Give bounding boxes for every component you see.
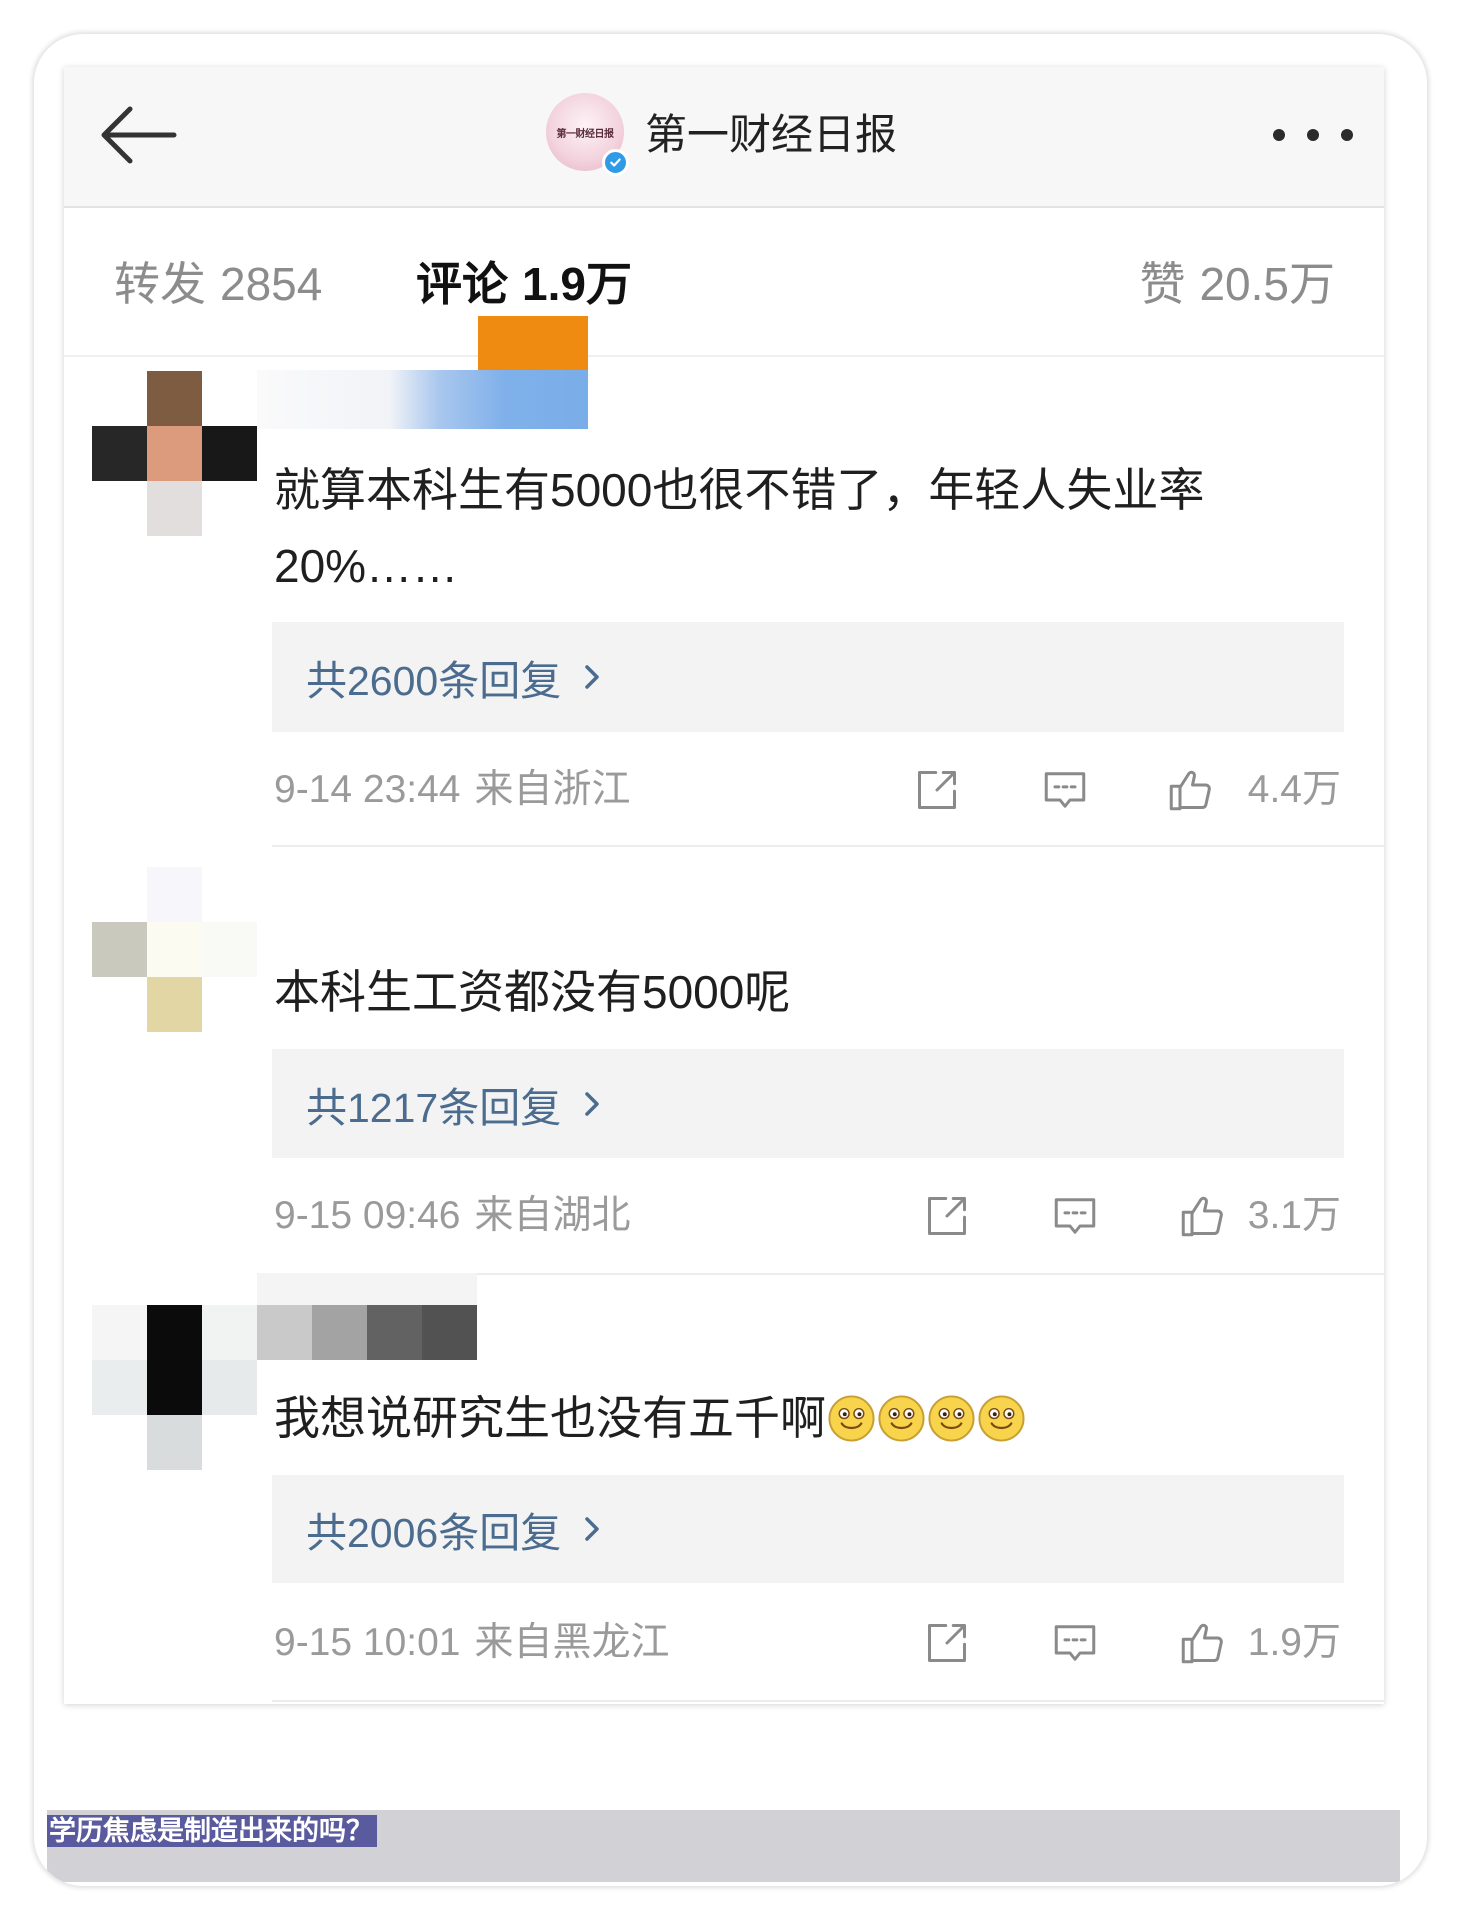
tab-label: 转发: [114, 258, 206, 310]
comment-icon[interactable]: [1050, 1191, 1100, 1241]
replies-count-label: 共2600条回复: [306, 658, 562, 704]
smile-emoji-icon: [978, 1394, 1025, 1442]
tab-count: 20.5万: [1199, 258, 1335, 310]
comment-text: 本科生工资都没有5000呢: [274, 966, 791, 1018]
chevron-right-icon: [585, 1091, 599, 1116]
comment-text: 我想说研究生也没有五千啊: [274, 1392, 826, 1444]
comment-location: 来自湖北: [474, 1194, 631, 1237]
commenter-avatar-pixelated[interactable]: [92, 371, 257, 536]
comment-text: 20%……: [274, 540, 459, 592]
tabs-divider: [64, 355, 1384, 357]
share-icon[interactable]: [922, 1191, 972, 1241]
smile-emoji-icon: [928, 1394, 975, 1442]
like-count: 4.4万: [1247, 768, 1341, 811]
like-icon[interactable]: [1165, 765, 1215, 815]
comment-divider: [272, 1700, 1384, 1702]
comment-divider: [272, 845, 1384, 847]
top-bar: 第一财经日报 第一财经日报: [64, 67, 1384, 208]
share-icon[interactable]: [912, 765, 962, 815]
like-count: 3.1万: [1247, 1194, 1341, 1237]
comment-time: 9-15 09:46: [274, 1194, 461, 1237]
like-icon[interactable]: [1177, 1618, 1227, 1668]
avatar-logo-text: 第一财经日报: [556, 128, 615, 140]
comment-text-row: 我想说研究生也没有五千啊: [274, 1380, 1026, 1456]
comment-icon[interactable]: [1050, 1618, 1100, 1668]
weibo-comments-screen: 第一财经日报 第一财经日报 转发 2854 评论 1.9万 赞 20.5万 就算…: [64, 67, 1384, 1704]
tab-count: 1.9万: [522, 258, 632, 310]
commenter-badge-pixelated: [478, 316, 588, 370]
smile-emoji-icon: [878, 1394, 925, 1442]
replies-link[interactable]: 共1217条回复: [272, 1049, 1344, 1158]
replies-link[interactable]: 共2006条回复: [272, 1475, 1344, 1583]
chevron-right-icon: [585, 665, 599, 689]
replies-count-label: 共1217条回复: [306, 1084, 562, 1131]
comment-text: 就算本科生有5000也很不错了，年轻人失业率: [274, 464, 1205, 516]
tab-likes[interactable]: 赞 20.5万: [1139, 254, 1335, 314]
arrow-left-icon[interactable]: [98, 103, 178, 167]
comment-icon[interactable]: [1040, 765, 1090, 815]
like-count: 1.9万: [1247, 1621, 1341, 1664]
comment-meta: 9-14 23:44 来自浙江: [274, 760, 631, 820]
commenter-avatar-pixelated[interactable]: [92, 867, 257, 1032]
comment-location: 来自浙江: [474, 768, 631, 811]
commenter-name-pixelated[interactable]: [257, 1305, 477, 1360]
comment-location: 来自黑龙江: [474, 1621, 670, 1664]
tab-comments[interactable]: 评论 1.9万: [416, 254, 632, 314]
tab-reposts[interactable]: 转发 2854: [114, 254, 322, 314]
chevron-right-icon: [585, 1517, 599, 1541]
commenter-avatar-pixelated[interactable]: [92, 1305, 257, 1470]
share-icon[interactable]: [922, 1618, 972, 1668]
commenter-name-pixelated[interactable]: [257, 370, 588, 429]
replies-count-label: 共2006条回复: [306, 1510, 562, 1556]
verified-badge-icon: [602, 149, 629, 176]
comment-meta: 9-15 09:46 来自湖北: [274, 1186, 631, 1246]
like-icon[interactable]: [1177, 1191, 1227, 1241]
tab-label: 赞: [1139, 258, 1186, 310]
more-dots-icon[interactable]: [1273, 129, 1353, 141]
screenshot-frame: 第一财经日报 第一财经日报 转发 2854 评论 1.9万 赞 20.5万 就算…: [34, 34, 1427, 1886]
tab-label: 评论: [416, 258, 508, 310]
account-name[interactable]: 第一财经日报: [645, 105, 897, 165]
image-caption: 学历焦虑是制造出来的吗？: [47, 1815, 377, 1847]
comment-time: 9-15 10:01: [274, 1621, 461, 1664]
tab-count: 2854: [220, 258, 323, 310]
comment-meta: 9-15 10:01 来自黑龙江: [274, 1613, 670, 1673]
commenter-name-pixelated-top: [257, 1273, 477, 1305]
comment-time: 9-14 23:44: [274, 768, 461, 811]
replies-link[interactable]: 共2600条回复: [272, 622, 1344, 732]
smile-emoji-icon: [828, 1394, 875, 1442]
